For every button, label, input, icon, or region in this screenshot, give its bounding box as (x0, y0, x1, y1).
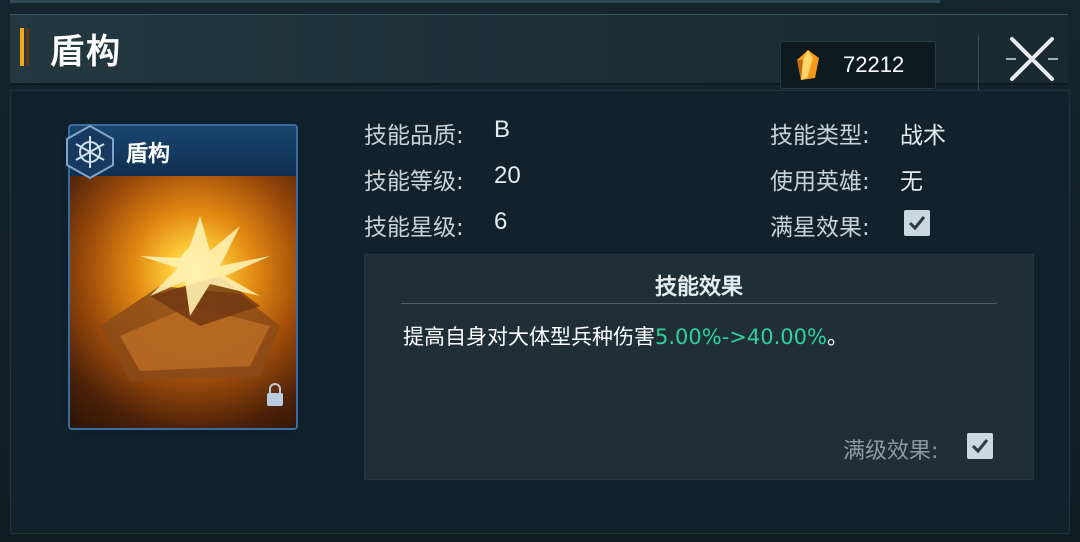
star-label: 技能星级: (364, 215, 464, 241)
header-accent-line (10, 0, 940, 3)
close-divider (978, 35, 979, 91)
effect-text-prefix: 提高自身对大体型兵种伤害 (403, 325, 655, 349)
level-value: 20 (494, 162, 521, 189)
star-value: 6 (494, 208, 508, 235)
close-icon (1006, 37, 1058, 81)
title-accent-bar-shadow (26, 28, 29, 66)
type-value: 战术 (900, 123, 946, 149)
effect-text-suffix: 。 (826, 325, 848, 349)
currency-display: 72212 (780, 41, 936, 89)
quality-value: B (494, 116, 511, 143)
type-label: 技能类型: (770, 123, 870, 149)
fullstar-checkbox[interactable] (904, 210, 930, 236)
card-name: 盾构 (126, 141, 171, 167)
level-label: 技能等级: (364, 169, 464, 195)
skill-detail-panel: 72212 盾构 盾构 技能品质: B 技能等级: 20 技能星级: 6 技能类… (0, 0, 1080, 542)
quality-label: 技能品质: (364, 123, 464, 149)
close-button[interactable] (1000, 29, 1064, 89)
effect-value-range: 5.00%->40.00% (655, 325, 827, 349)
maxlevel-checkbox[interactable] (967, 433, 993, 459)
shield-machine-illustration (100, 216, 280, 381)
fullstar-label: 满星效果: (770, 215, 870, 241)
title-accent-bar (20, 28, 24, 66)
effect-description: 提高自身对大体型兵种伤害5.00%->40.00%。 (403, 321, 848, 351)
maxlevel-label: 满级效果: (843, 439, 939, 464)
effect-title: 技能效果 (654, 275, 743, 300)
hero-label: 使用英雄: (770, 169, 870, 195)
skill-effect-box: 技能效果 提高自身对大体型兵种伤害5.00%->40.00%。 满级效果: (364, 254, 1034, 480)
hero-value: 无 (900, 169, 923, 195)
currency-value: 72212 (843, 52, 905, 77)
lock-icon (267, 383, 283, 406)
checkmark-icon (908, 216, 926, 231)
hexagon-emblem-icon (66, 124, 114, 180)
effect-divider (401, 303, 997, 304)
checkmark-icon (971, 439, 989, 454)
orange-crystal-icon (797, 50, 819, 80)
card-artwork (70, 176, 296, 428)
header-bar: 72212 (10, 14, 1068, 91)
page-title: 盾构 (50, 32, 122, 72)
